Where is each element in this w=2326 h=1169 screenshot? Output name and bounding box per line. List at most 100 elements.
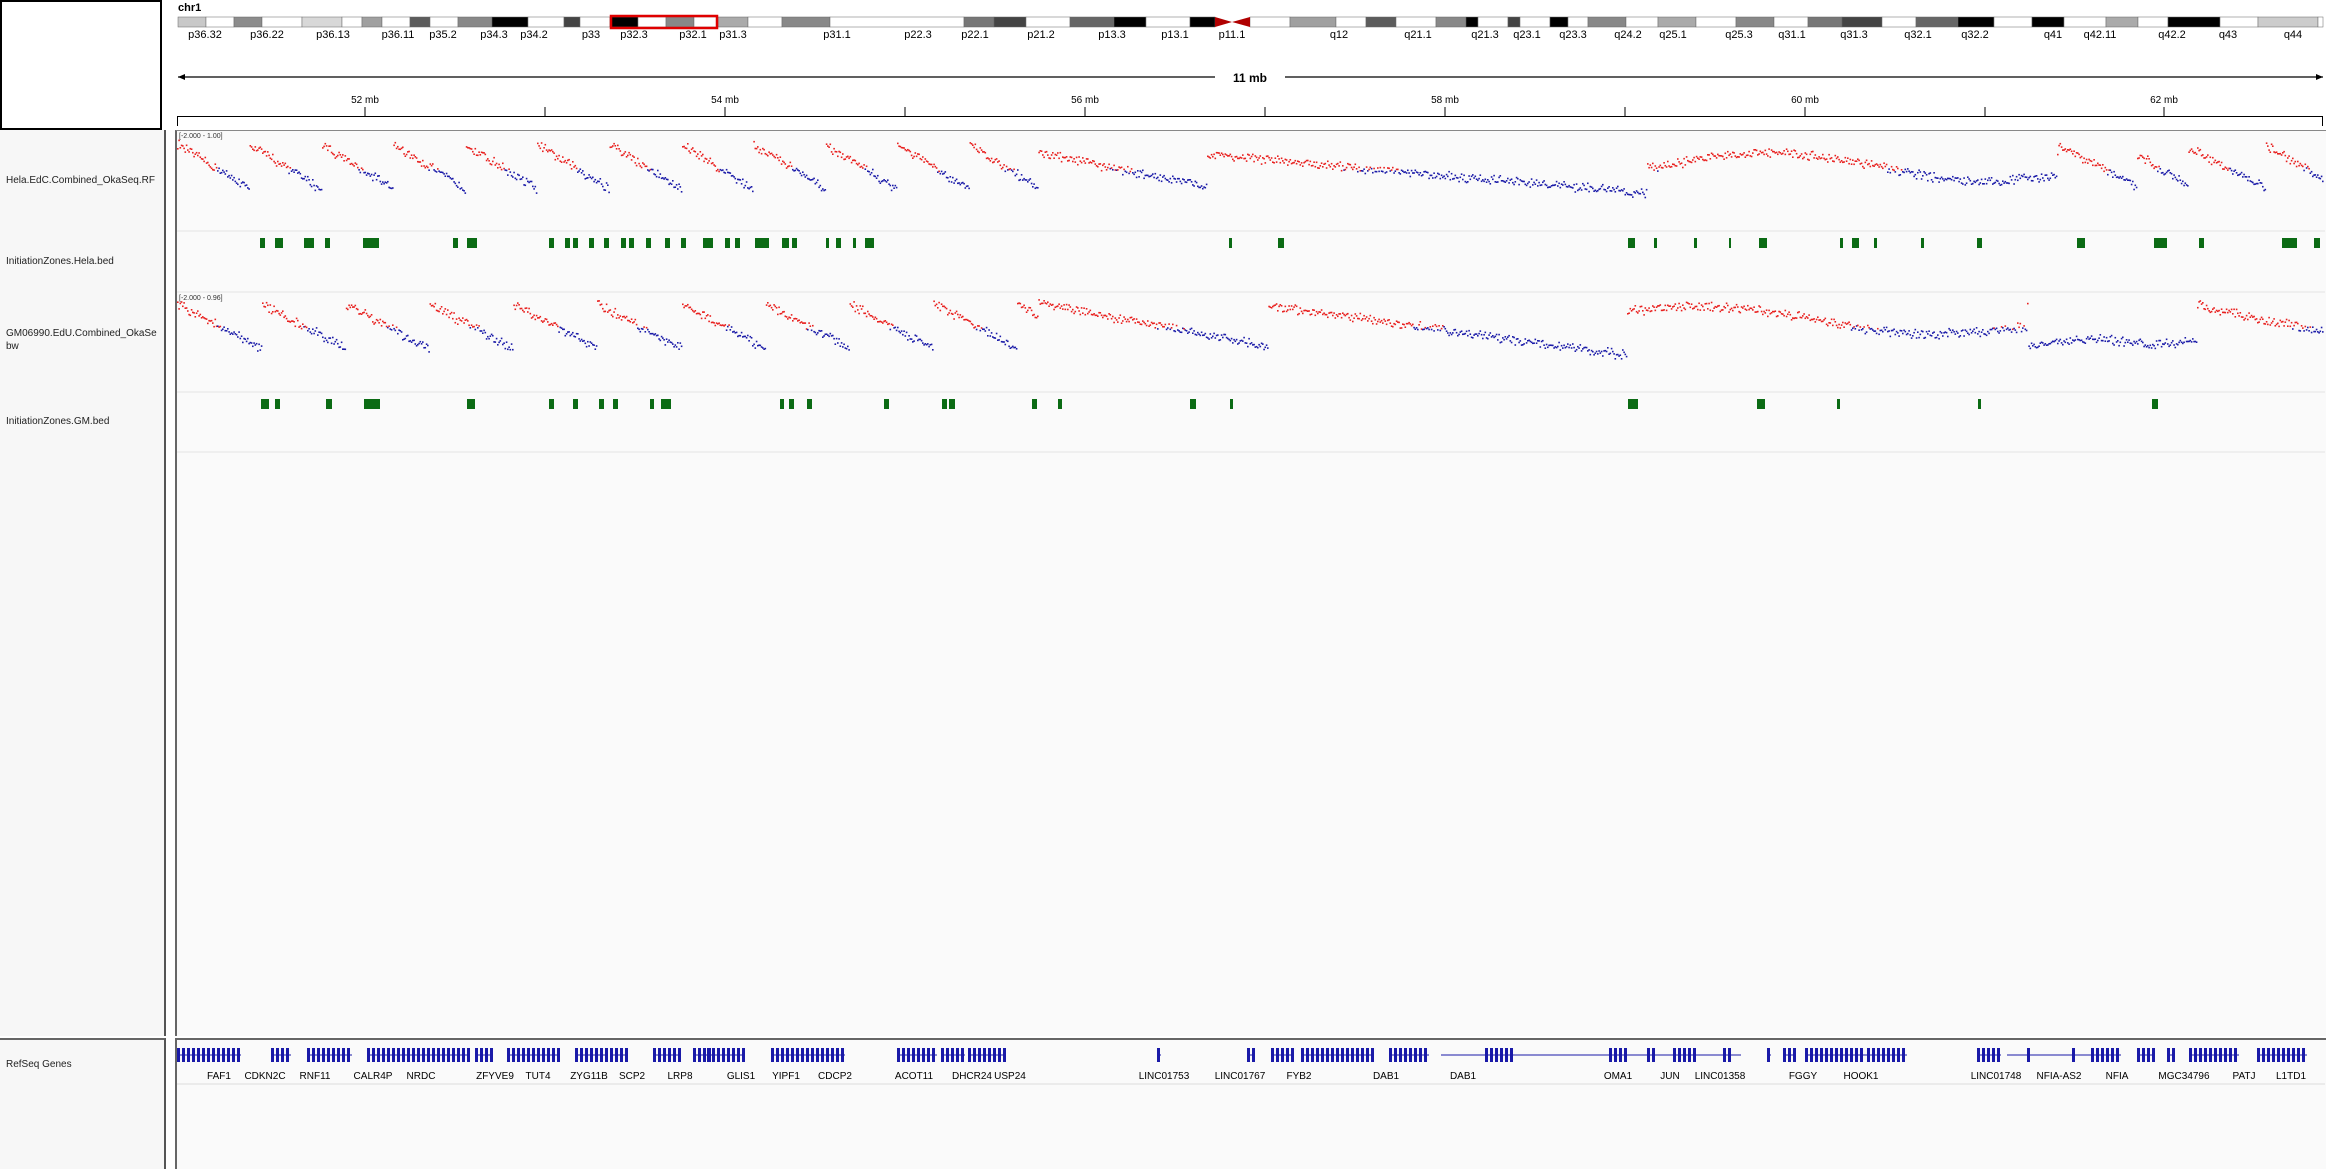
gene-exon[interactable] xyxy=(712,1048,715,1062)
initiation-zone[interactable] xyxy=(261,399,269,409)
initiation-zone[interactable] xyxy=(549,238,554,248)
gene-exon[interactable] xyxy=(658,1048,661,1062)
gene-label[interactable]: LINC01753 xyxy=(1139,1071,1190,1082)
gene-exon[interactable] xyxy=(547,1048,550,1062)
initiation-zone[interactable] xyxy=(573,399,578,409)
gene-exon[interactable] xyxy=(610,1048,613,1062)
initiation-zone[interactable] xyxy=(2314,238,2320,248)
gene-exon[interactable] xyxy=(932,1048,935,1062)
gene-exon[interactable] xyxy=(432,1048,435,1062)
gene-exon[interactable] xyxy=(771,1048,774,1062)
gene-exon[interactable] xyxy=(2142,1048,2145,1062)
initiation-zone[interactable] xyxy=(735,238,740,248)
gene-exon[interactable] xyxy=(1389,1048,1392,1062)
gene-exon[interactable] xyxy=(673,1048,676,1062)
gene-exon[interactable] xyxy=(600,1048,603,1062)
gene-exon[interactable] xyxy=(1252,1048,1255,1062)
initiation-zone[interactable] xyxy=(1230,399,1233,409)
gene-exon[interactable] xyxy=(1997,1048,2000,1062)
gene-label[interactable]: USP24 xyxy=(994,1071,1026,1082)
gene-label[interactable]: ACOT11 xyxy=(895,1071,934,1082)
initiation-zone[interactable] xyxy=(260,238,265,248)
gene-exon[interactable] xyxy=(2224,1048,2227,1062)
gene-exon[interactable] xyxy=(1399,1048,1402,1062)
gene-exon[interactable] xyxy=(397,1048,400,1062)
gene-exon[interactable] xyxy=(1247,1048,1250,1062)
gene-exon[interactable] xyxy=(1276,1048,1279,1062)
gene-label[interactable]: SCP2 xyxy=(619,1071,646,1082)
gene-exon[interactable] xyxy=(707,1048,710,1062)
initiation-zone[interactable] xyxy=(2282,238,2297,248)
gene-label[interactable]: FAF1 xyxy=(207,1071,231,1082)
gene-exon[interactable] xyxy=(1326,1048,1329,1062)
initiation-zone[interactable] xyxy=(621,238,626,248)
gene-exon[interactable] xyxy=(457,1048,460,1062)
gene-exon[interactable] xyxy=(557,1048,560,1062)
gene-exon[interactable] xyxy=(806,1048,809,1062)
initiation-zone[interactable] xyxy=(949,399,955,409)
initiation-zone[interactable] xyxy=(549,399,554,409)
gene-exon[interactable] xyxy=(2272,1048,2275,1062)
gene-exon[interactable] xyxy=(372,1048,375,1062)
track-name-gm-signal[interactable]: GM06990.EdU.Combined_OkaSe bw xyxy=(6,327,157,353)
initiation-zone[interactable] xyxy=(363,238,379,248)
gene-exon[interactable] xyxy=(527,1048,530,1062)
gene-exon[interactable] xyxy=(1887,1048,1890,1062)
gene-label[interactable]: NRDC xyxy=(407,1071,436,1082)
gene-exon[interactable] xyxy=(1977,1048,1980,1062)
gene-exon[interactable] xyxy=(307,1048,310,1062)
gene-exon[interactable] xyxy=(1820,1048,1823,1062)
gene-exon[interactable] xyxy=(620,1048,623,1062)
gene-exon[interactable] xyxy=(1419,1048,1422,1062)
gene-label[interactable]: CDKN2C xyxy=(244,1071,285,1082)
gene-exon[interactable] xyxy=(367,1048,370,1062)
gene-exon[interactable] xyxy=(1825,1048,1828,1062)
gene-label[interactable]: LINC01767 xyxy=(1215,1071,1266,1082)
gene-exon[interactable] xyxy=(786,1048,789,1062)
initiation-zone[interactable] xyxy=(467,238,477,248)
gene-label[interactable]: JUN xyxy=(1660,1071,1679,1082)
gene-exon[interactable] xyxy=(1877,1048,1880,1062)
gene-exon[interactable] xyxy=(2234,1048,2237,1062)
initiation-zone[interactable] xyxy=(1229,238,1232,248)
gene-exon[interactable] xyxy=(1872,1048,1875,1062)
gene-exon[interactable] xyxy=(2219,1048,2222,1062)
gene-exon[interactable] xyxy=(2282,1048,2285,1062)
gene-exon[interactable] xyxy=(605,1048,608,1062)
initiation-zone[interactable] xyxy=(565,238,570,248)
gene-exon[interactable] xyxy=(703,1048,706,1062)
gene-exon[interactable] xyxy=(678,1048,681,1062)
gene-label[interactable]: LINC01358 xyxy=(1695,1071,1746,1082)
gene-exon[interactable] xyxy=(927,1048,930,1062)
gene-exon[interactable] xyxy=(427,1048,430,1062)
gene-exon[interactable] xyxy=(1882,1048,1885,1062)
gene-exon[interactable] xyxy=(1311,1048,1314,1062)
gene-label[interactable]: MGC34796 xyxy=(2158,1071,2210,1082)
gene-exon[interactable] xyxy=(475,1048,478,1062)
refseq-genes-track[interactable]: FAF1 CDKN2C RNF11 CALR4P NRDC ZFYVE9 TUT4 ZYG11… xyxy=(177,1040,2325,1169)
gene-exon[interactable] xyxy=(2101,1048,2104,1062)
gene-exon[interactable] xyxy=(197,1048,200,1062)
gene-exon[interactable] xyxy=(2172,1048,2175,1062)
gene-label[interactable]: DAB1 xyxy=(1373,1071,1400,1082)
gene-exon[interactable] xyxy=(1336,1048,1339,1062)
gene-exon[interactable] xyxy=(2297,1048,2300,1062)
initiation-zone[interactable] xyxy=(467,399,475,409)
gene-exon[interactable] xyxy=(1414,1048,1417,1062)
gene-exon[interactable] xyxy=(821,1048,824,1062)
initiation-zone[interactable] xyxy=(589,238,594,248)
initiation-zone[interactable] xyxy=(646,238,651,248)
gene-exon[interactable] xyxy=(2214,1048,2217,1062)
gene-exon[interactable] xyxy=(2209,1048,2212,1062)
gene-exon[interactable] xyxy=(1271,1048,1274,1062)
gene-exon[interactable] xyxy=(332,1048,335,1062)
gene-exon[interactable] xyxy=(941,1048,944,1062)
gene-exon[interactable] xyxy=(237,1048,240,1062)
gene-label[interactable]: CALR4P xyxy=(354,1071,393,1082)
initiation-zone[interactable] xyxy=(1654,238,1657,248)
initiation-zone[interactable] xyxy=(755,238,769,248)
gene-exon[interactable] xyxy=(1810,1048,1813,1062)
hela-signal-track[interactable] xyxy=(177,139,2324,199)
gene-exon[interactable] xyxy=(507,1048,510,1062)
gene-exon[interactable] xyxy=(412,1048,415,1062)
